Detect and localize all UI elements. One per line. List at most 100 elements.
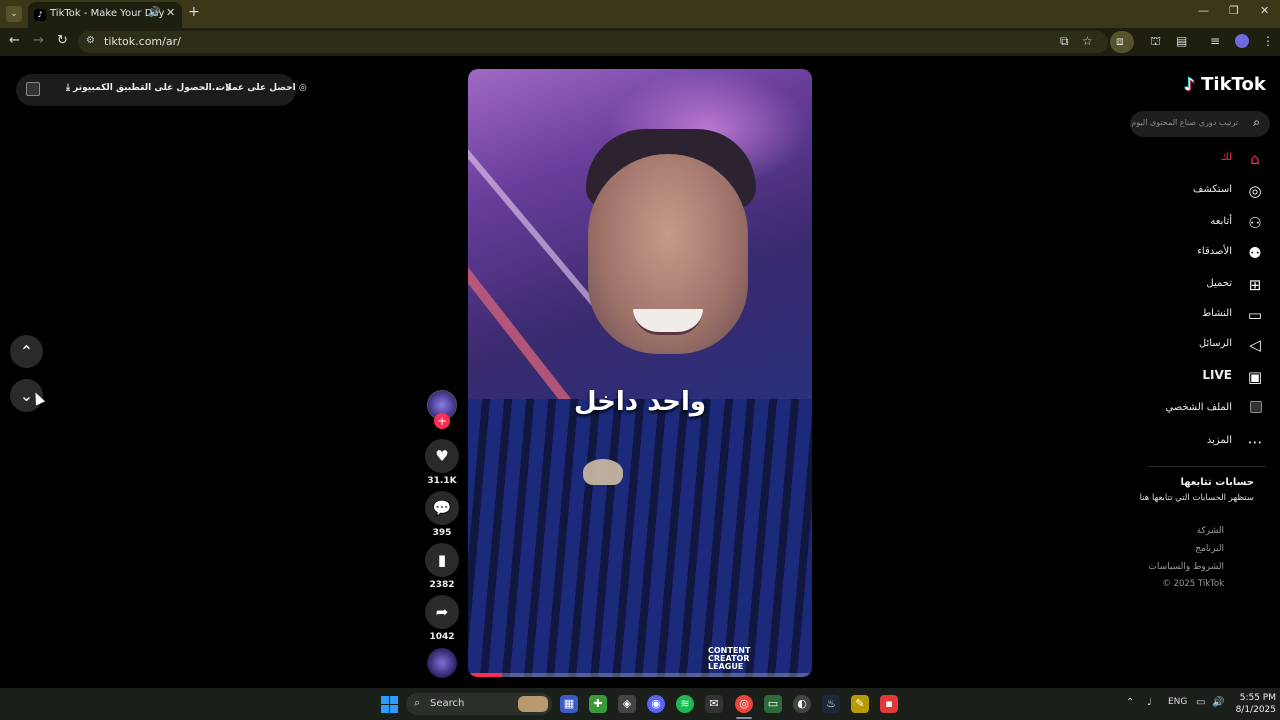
broken-image-icon[interactable]	[26, 82, 40, 96]
browser-tab[interactable]: ♪ TikTok - Make Your Day 🔊 ✕	[28, 2, 182, 28]
sidebar-item-messages[interactable]: ◁ الرسائل	[1144, 334, 1264, 356]
desktop-app-link[interactable]: ⤓ تطبيق الكمبيوتر	[66, 83, 144, 93]
tab-search-icon[interactable]: ⌄	[6, 6, 22, 22]
search-icon: ⌕	[414, 696, 421, 709]
sidebar-item-label: تحميل	[1206, 278, 1232, 289]
sidebar-item-explore[interactable]: ◎ استكشف	[1144, 180, 1264, 202]
volume-icon[interactable]: 🔊	[1212, 697, 1224, 708]
app-icon-discord[interactable]: ◉	[647, 695, 665, 713]
media-controls-icon[interactable]: ≡	[1210, 34, 1220, 48]
app-icon-steam[interactable]: ♨	[822, 695, 840, 713]
comment-count: 395	[432, 528, 452, 538]
sidebar-item-label: استكشف	[1193, 184, 1232, 195]
app-icon-app[interactable]: ▪	[880, 695, 898, 713]
sidebar-item-label: الرسائل	[1198, 338, 1232, 349]
tiktok-note-icon: ♪	[1184, 75, 1195, 95]
restore-button[interactable]: ❐	[1229, 4, 1239, 17]
following-accounts-title: حسابات تتابعها	[1180, 477, 1254, 488]
live-icon: ▣	[1247, 368, 1263, 386]
sidebar-item-profile[interactable]: الملف الشخصي	[1144, 398, 1264, 420]
app-icon-unity[interactable]: ◈	[618, 695, 636, 713]
sidebar-item-for-you[interactable]: ⌂ لك	[1144, 148, 1264, 170]
watermark-line: LEAGUE	[708, 662, 744, 671]
music-disc[interactable]	[427, 648, 457, 678]
app-icon-chrome[interactable]: ◎	[735, 695, 753, 713]
taskbar-clock[interactable]: 5:55 PM 8/1/2025	[1226, 692, 1276, 716]
sidebar-item-label: أتابعه	[1210, 216, 1232, 227]
sidebar-item-friends[interactable]: ⚉ الأصدقاء	[1144, 242, 1264, 264]
footer-link-terms[interactable]: الشروط والسياسات	[1148, 562, 1224, 572]
share-arrow-icon: ➦	[435, 603, 449, 621]
app-icon-minecraft[interactable]: ✚	[589, 695, 607, 713]
like-button[interactable]: ♥	[425, 439, 459, 473]
app-icon-mail[interactable]: ✉	[705, 695, 723, 713]
video-person-shirt	[468, 399, 812, 677]
tab-close-icon[interactable]: ✕	[166, 6, 175, 19]
profile-avatar[interactable]	[1235, 34, 1249, 48]
tiktok-page: ⤓ تطبيق الكمبيوتر الحصول على التـ... ▯ ا…	[0, 56, 1280, 688]
sidebar-item-activity[interactable]: ▭ النشاط	[1144, 304, 1264, 326]
new-tab-button[interactable]: +	[188, 4, 200, 20]
windows-taskbar: ⌕ Search ▦ ✚ ◈ ◉ ≋ ✉ ◎ ▭ ◐ ♨ ✎ ▪ ⌃ ♩ ENG…	[0, 688, 1280, 720]
chrome-menu-icon[interactable]: ⋮	[1262, 34, 1274, 48]
compass-icon: ◎	[1248, 182, 1262, 200]
sidebar-item-following[interactable]: ⚇ أتابعه	[1144, 212, 1264, 234]
previous-video-button[interactable]: ⌃	[10, 335, 43, 368]
save-button[interactable]: ▮	[425, 543, 459, 577]
address-bar[interactable]: ⚙ tiktok.com/ar/ ⧉ ☆	[78, 31, 1108, 53]
close-window-button[interactable]: ✕	[1260, 4, 1269, 17]
sidebar-item-label: المزيد	[1206, 435, 1232, 446]
share-button[interactable]: ➦	[425, 595, 459, 629]
get-coins-link[interactable]: احصل على عملات ◎	[216, 83, 307, 93]
footer-link-company[interactable]: الشركة	[1197, 526, 1224, 536]
extension-icon[interactable]: ⛫	[1150, 34, 1161, 50]
windows-start-icon[interactable]	[381, 696, 398, 713]
forward-button[interactable]: →	[33, 33, 44, 48]
sidebar-item-more[interactable]: ⋯ المزيد	[1144, 431, 1264, 453]
tray-overflow-icon[interactable]: ⌃	[1126, 697, 1134, 708]
tab-audio-icon[interactable]: 🔊	[148, 7, 160, 18]
comment-button[interactable]: 💬	[425, 491, 459, 525]
sidepanel-icon[interactable]: ▤	[1176, 34, 1187, 48]
search-highlight-image	[518, 696, 548, 712]
minimize-button[interactable]: —	[1198, 4, 1209, 17]
search-input[interactable]: ترتيب دوري صناع المحتوى اليوم ⌕	[1130, 111, 1270, 137]
microphone-icon[interactable]: ♩	[1147, 697, 1152, 708]
site-info-icon[interactable]: ⚙	[86, 35, 95, 46]
video-progress-bar[interactable]	[468, 673, 812, 677]
upload-icon: ⊞	[1248, 276, 1262, 294]
bookmark-star-icon[interactable]: ☆	[1082, 34, 1093, 48]
reload-button[interactable]: ↻	[57, 33, 68, 48]
tiktok-logo[interactable]: ♪ TikTok	[1184, 74, 1266, 95]
search-placeholder: ترتيب دوري صناع المحتوى اليوم	[1131, 118, 1238, 127]
back-button[interactable]: ←	[9, 33, 20, 48]
like-count: 31.1K	[427, 476, 457, 486]
video-progress-fill	[468, 673, 503, 677]
footer-link-program[interactable]: البرنامج	[1195, 544, 1224, 554]
friends-icon: ⚉	[1248, 244, 1262, 262]
app-icon-github[interactable]: ◐	[793, 695, 811, 713]
app-icon-spotify[interactable]: ≋	[676, 695, 694, 713]
clock-date: 8/1/2025	[1235, 705, 1276, 715]
language-indicator[interactable]: ENG	[1168, 697, 1187, 707]
extensions-icon: ⧈	[1116, 34, 1124, 48]
sidebar-item-label: الملف الشخصي	[1165, 402, 1232, 413]
more-icon: ⋯	[1247, 433, 1263, 451]
app-icon-terminal[interactable]: ▭	[764, 695, 782, 713]
follow-plus-button[interactable]: +	[434, 413, 450, 429]
taskbar-search[interactable]: ⌕ Search	[406, 693, 552, 715]
sidebar-item-live[interactable]: ▣ LIVE	[1144, 366, 1264, 388]
video-player[interactable]: واحد داخل CONTENT CREATOR LEAGUE	[468, 69, 812, 677]
top-actions-bar: ⤓ تطبيق الكمبيوتر الحصول على التـ... ▯ ا…	[16, 74, 307, 106]
app-icon-store[interactable]: ▦	[560, 695, 578, 713]
search-icon[interactable]: ⌕	[1253, 115, 1260, 130]
install-app-icon[interactable]: ⧉	[1060, 34, 1069, 49]
clock-time: 5:55 PM	[1239, 693, 1276, 703]
home-icon: ⌂	[1250, 150, 1260, 168]
app-icon-note[interactable]: ✎	[851, 695, 869, 713]
shirt-logo	[583, 459, 623, 485]
sidebar-item-upload[interactable]: ⊞ تحميل	[1144, 274, 1264, 296]
video-watermark: CONTENT CREATOR LEAGUE	[708, 647, 750, 671]
sidebar-divider	[1148, 466, 1266, 467]
network-icon[interactable]: ▭	[1196, 697, 1205, 708]
